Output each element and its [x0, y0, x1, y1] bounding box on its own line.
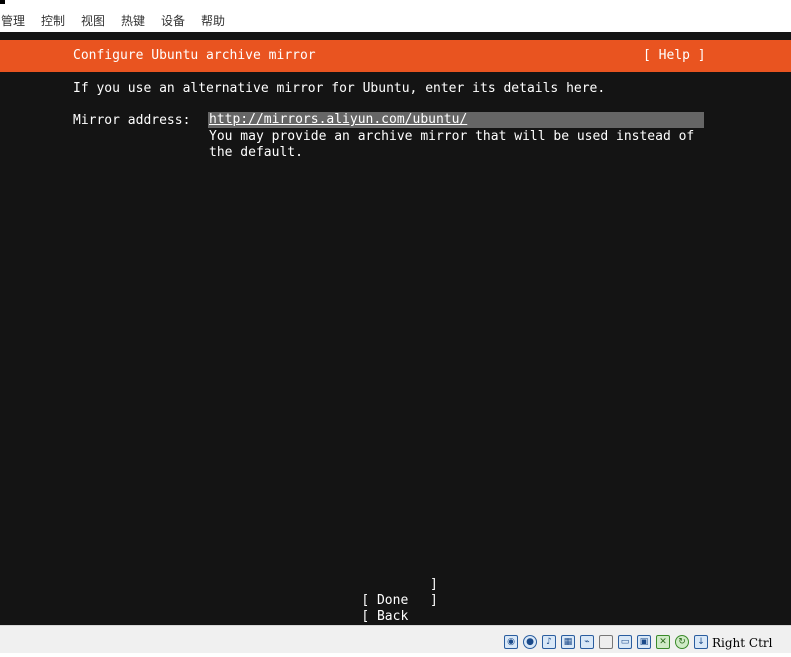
menu-hotkeys[interactable]: 热键 — [121, 12, 145, 29]
network-icon[interactable]: ▦ — [561, 635, 575, 649]
back-button-label: [ Back — [361, 609, 409, 624]
menu-manage[interactable]: 管理 — [1, 12, 25, 29]
mirror-address-value: http://mirrors.aliyun.com/ubuntu/ — [209, 112, 468, 127]
help-button[interactable]: [ Help ] — [643, 48, 706, 64]
host-key-label: Right Ctrl — [712, 636, 773, 650]
mirror-address-input[interactable]: http://mirrors.aliyun.com/ubuntu/ — [208, 112, 704, 128]
menu-view[interactable]: 视图 — [81, 12, 105, 29]
vm-statusbar: ◉ ● ♪ ▦ ⌁ ▭ ▣ ✕ ↻ ↓ Right Ctrl — [0, 625, 791, 653]
usb-icon[interactable]: ⌁ — [580, 635, 594, 649]
menu-control[interactable]: 控制 — [41, 12, 65, 29]
video-capture-icon[interactable]: ▣ — [637, 635, 651, 649]
vm-menubar: 管理 控制 视图 热键 设备 帮助 — [0, 0, 791, 32]
mirror-help-line-1: You may provide an archive mirror that w… — [209, 129, 695, 144]
display-icon[interactable]: ▭ — [618, 635, 632, 649]
vm-screen[interactable]: Configure Ubuntu archive mirror [ Help ]… — [0, 32, 791, 625]
back-button-bracket: ] — [430, 593, 438, 608]
mirror-address-help: You may provide an archive mirror that w… — [209, 129, 694, 161]
mirror-address-label: Mirror address: — [73, 113, 191, 128]
optical-disk-icon[interactable]: ● — [523, 635, 537, 649]
cpu-activity-icon[interactable]: ↻ — [675, 635, 689, 649]
done-button-bracket: ] — [430, 577, 438, 592]
audio-icon[interactable]: ♪ — [542, 635, 556, 649]
shared-folders-icon[interactable] — [599, 635, 613, 649]
hard-disk-icon[interactable]: ◉ — [504, 635, 518, 649]
installer-title-bar: Configure Ubuntu archive mirror [ Help ] — [0, 40, 791, 72]
menubar-corner — [0, 0, 5, 4]
menu-help[interactable]: 帮助 — [201, 12, 225, 29]
mirror-help-line-2: the default. — [209, 145, 303, 160]
intro-text: If you use an alternative mirror for Ubu… — [73, 81, 606, 96]
recording-icon[interactable]: ✕ — [656, 635, 670, 649]
mouse-integration-icon[interactable]: ↓ — [694, 635, 708, 649]
menu-devices[interactable]: 设备 — [161, 12, 185, 29]
installer-title: Configure Ubuntu archive mirror — [73, 48, 316, 63]
